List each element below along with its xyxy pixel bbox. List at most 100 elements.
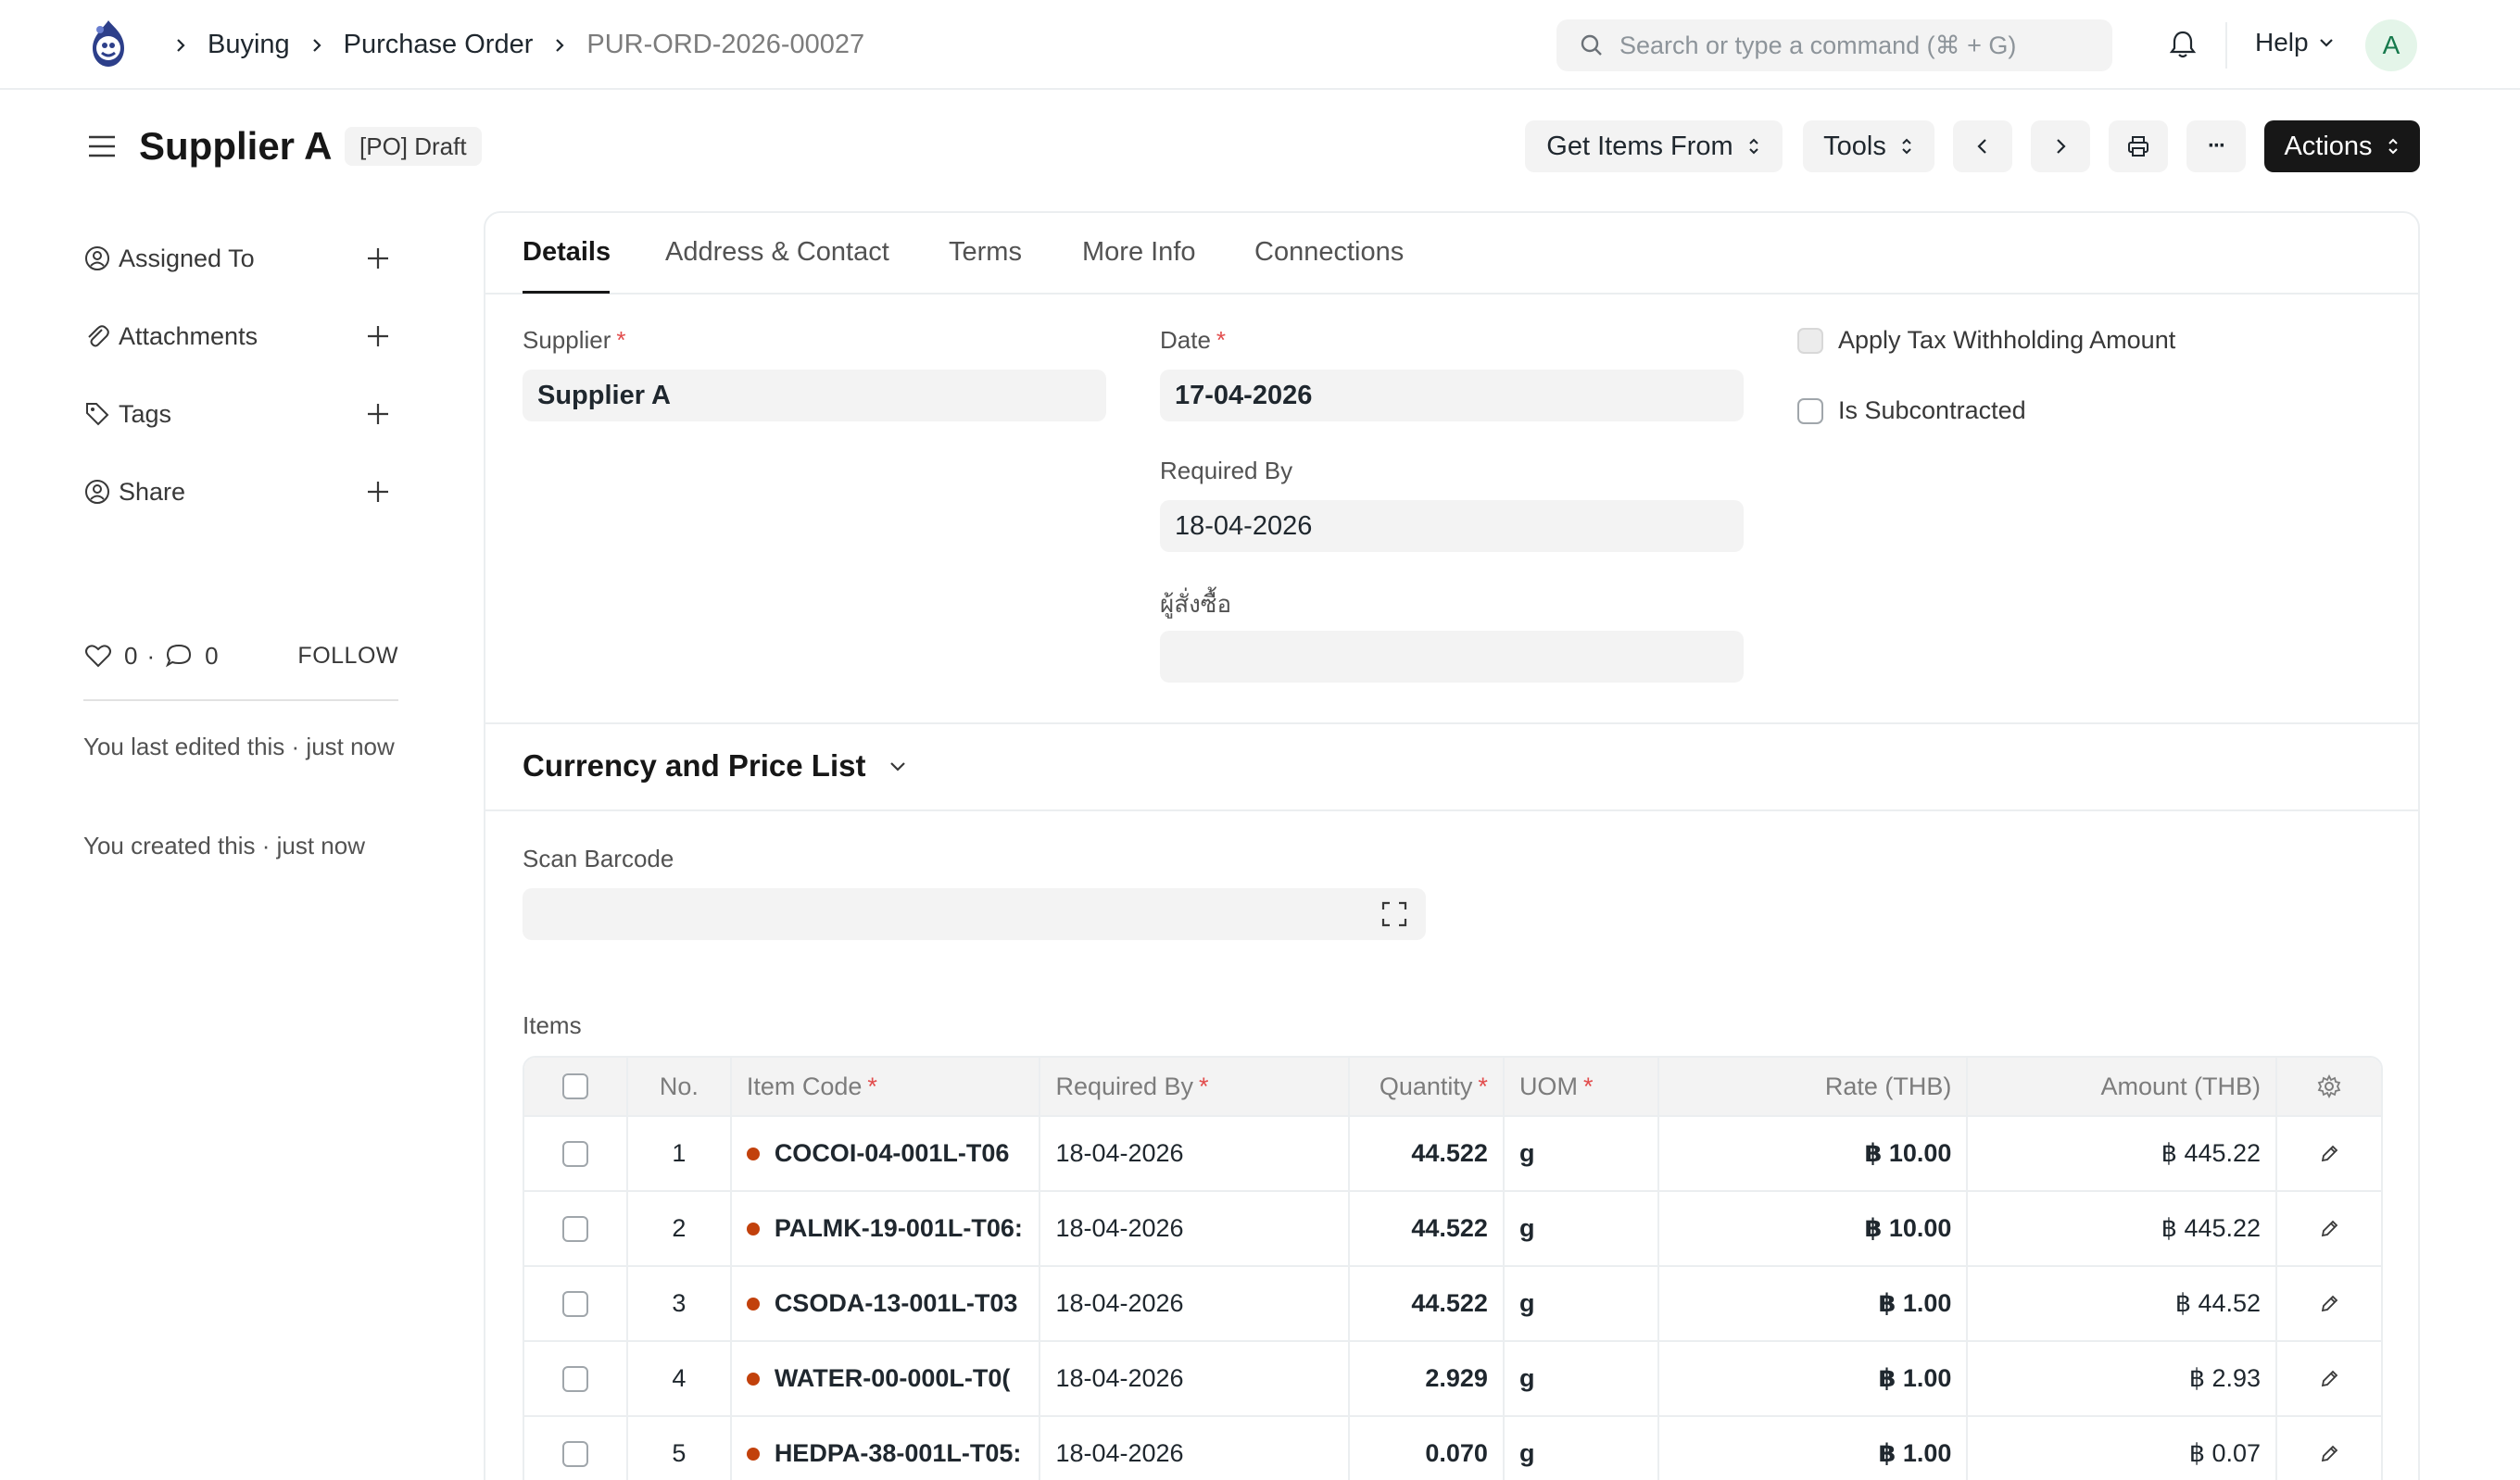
column-settings-cell xyxy=(2277,1058,2381,1115)
row-quantity[interactable]: 44.522 xyxy=(1350,1117,1505,1190)
row-item-code[interactable]: COCOI-04-001L-T06 xyxy=(732,1117,1041,1190)
header-amount: Amount (THB) xyxy=(1968,1058,2278,1115)
page-title: Supplier A xyxy=(139,124,333,168)
tab-terms[interactable]: Terms xyxy=(949,237,1022,268)
table-row[interactable]: 2 PALMK-19-001L-T06: 18-04-2026 44.522 g… xyxy=(524,1192,2381,1267)
row-uom[interactable]: g xyxy=(1505,1417,1659,1480)
scan-icon[interactable] xyxy=(1380,900,1408,928)
add-icon[interactable] xyxy=(365,401,391,427)
is-subcontracted-checkbox[interactable]: Is Subcontracted xyxy=(1797,396,2026,425)
row-uom[interactable]: g xyxy=(1505,1117,1659,1190)
activity-created: You created this · just now xyxy=(83,832,365,859)
header-no: No. xyxy=(628,1058,732,1115)
row-required-by[interactable]: 18-04-2026 xyxy=(1040,1342,1351,1415)
previous-doc-button[interactable] xyxy=(1953,120,2012,172)
search-bar[interactable] xyxy=(1556,19,2112,71)
row-rate[interactable]: ฿ 1.00 xyxy=(1659,1342,1969,1415)
sidebar-item-tags[interactable]: Tags xyxy=(83,394,398,434)
row-uom[interactable]: g xyxy=(1505,1192,1659,1265)
edit-pencil-icon[interactable] xyxy=(2318,1293,2340,1315)
sidebar-item-share[interactable]: Share xyxy=(83,471,398,512)
breadcrumb-purchase-order[interactable]: Purchase Order xyxy=(344,30,534,60)
scan-barcode-label: Scan Barcode xyxy=(523,845,674,872)
tab-address-contact[interactable]: Address & Contact xyxy=(665,237,889,268)
add-icon[interactable] xyxy=(365,479,391,505)
edit-pencil-icon[interactable] xyxy=(2318,1143,2340,1165)
print-button[interactable] xyxy=(2109,120,2168,172)
row-uom[interactable]: g xyxy=(1505,1342,1659,1415)
breadcrumb-current-doc[interactable]: PUR-ORD-2026-00027 xyxy=(586,30,864,60)
app-logo-icon[interactable] xyxy=(82,17,135,72)
orderer-field[interactable] xyxy=(1160,631,1744,683)
date-field[interactable]: 17-04-2026 xyxy=(1160,370,1744,421)
chevron-right-icon xyxy=(556,38,564,52)
row-item-code[interactable]: CSODA-13-001L-T03 xyxy=(732,1267,1041,1340)
row-required-by[interactable]: 18-04-2026 xyxy=(1040,1192,1351,1265)
row-quantity[interactable]: 44.522 xyxy=(1350,1192,1505,1265)
edit-pencil-icon[interactable] xyxy=(2318,1218,2340,1240)
sidebar-item-attachments[interactable]: Attachments xyxy=(83,316,398,357)
row-required-by[interactable]: 18-04-2026 xyxy=(1040,1117,1351,1190)
row-uom[interactable]: g xyxy=(1505,1267,1659,1340)
gear-icon[interactable] xyxy=(2316,1073,2342,1099)
checkbox[interactable] xyxy=(1797,397,1823,424)
tools-label: Tools xyxy=(1823,131,1886,161)
row-rate[interactable]: ฿ 10.00 xyxy=(1659,1117,1969,1190)
tools-button[interactable]: Tools xyxy=(1803,120,1934,172)
edit-pencil-icon[interactable] xyxy=(2318,1443,2340,1465)
row-quantity[interactable]: 44.522 xyxy=(1350,1267,1505,1340)
row-checkbox[interactable] xyxy=(561,1440,588,1467)
checkbox[interactable] xyxy=(1797,327,1823,354)
scan-barcode-field[interactable] xyxy=(523,888,1426,940)
row-item-code[interactable]: PALMK-19-001L-T06: xyxy=(732,1192,1041,1265)
sidebar-item-assigned-to[interactable]: Assigned To xyxy=(83,238,398,279)
table-row[interactable]: 5 HEDPA-38-001L-T05: 18-04-2026 0.070 g … xyxy=(524,1417,2381,1480)
tab-connections[interactable]: Connections xyxy=(1254,237,1404,268)
row-item-code[interactable]: WATER-00-000L-T0( xyxy=(732,1342,1041,1415)
actions-button[interactable]: Actions xyxy=(2264,120,2420,172)
row-checkbox[interactable] xyxy=(561,1215,588,1242)
search-input[interactable] xyxy=(1619,31,2101,60)
heart-icon[interactable] xyxy=(83,642,113,670)
edit-pencil-icon[interactable] xyxy=(2318,1368,2340,1390)
row-checkbox[interactable] xyxy=(561,1140,588,1167)
form-tabs: Details Address & Contact Terms More Inf… xyxy=(485,213,2418,295)
status-badge: [PO] Draft xyxy=(345,127,482,166)
row-checkbox[interactable] xyxy=(561,1290,588,1317)
row-quantity[interactable]: 2.929 xyxy=(1350,1342,1505,1415)
add-icon[interactable] xyxy=(365,245,391,271)
table-row[interactable]: 3 CSODA-13-001L-T03 18-04-2026 44.522 g … xyxy=(524,1267,2381,1342)
follow-button[interactable]: FOLLOW xyxy=(297,643,398,670)
currency-price-list-section-toggle[interactable]: Currency and Price List xyxy=(523,748,910,784)
row-rate[interactable]: ฿ 1.00 xyxy=(1659,1267,1969,1340)
row-required-by[interactable]: 18-04-2026 xyxy=(1040,1417,1351,1480)
form-card: Details Address & Contact Terms More Inf… xyxy=(484,211,2420,1480)
notification-bell-icon[interactable] xyxy=(2166,28,2199,61)
avatar[interactable]: A xyxy=(2365,19,2417,71)
sidebar-toggle-icon[interactable] xyxy=(85,130,119,163)
select-all-checkbox[interactable] xyxy=(561,1073,588,1099)
row-required-by[interactable]: 18-04-2026 xyxy=(1040,1267,1351,1340)
supplier-field[interactable]: Supplier A xyxy=(523,370,1106,421)
breadcrumb-buying[interactable]: Buying xyxy=(208,30,290,60)
row-checkbox[interactable] xyxy=(561,1365,588,1392)
get-items-from-button[interactable]: Get Items From xyxy=(1525,120,1783,172)
add-icon[interactable] xyxy=(365,323,391,349)
tab-more-info[interactable]: More Info xyxy=(1082,237,1196,268)
comment-icon[interactable] xyxy=(164,642,194,670)
table-row[interactable]: 1 COCOI-04-001L-T06 18-04-2026 44.522 g … xyxy=(524,1117,2381,1192)
row-item-code[interactable]: HEDPA-38-001L-T05: xyxy=(732,1417,1041,1480)
row-rate[interactable]: ฿ 1.00 xyxy=(1659,1417,1969,1480)
required-by-field[interactable]: 18-04-2026 xyxy=(1160,500,1744,552)
apply-tax-withholding-checkbox[interactable]: Apply Tax Withholding Amount xyxy=(1797,326,2175,355)
table-row[interactable]: 4 WATER-00-000L-T0( 18-04-2026 2.929 g ฿… xyxy=(524,1342,2381,1417)
more-options-button[interactable]: ··· xyxy=(2186,120,2246,172)
printer-icon xyxy=(2128,136,2148,157)
row-quantity[interactable]: 0.070 xyxy=(1350,1417,1505,1480)
tab-details[interactable]: Details xyxy=(523,237,611,268)
chevron-updown-icon xyxy=(1902,138,1911,155)
next-doc-button[interactable] xyxy=(2031,120,2090,172)
row-rate[interactable]: ฿ 10.00 xyxy=(1659,1192,1969,1265)
help-dropdown[interactable]: Help xyxy=(2255,28,2337,57)
paperclip-icon xyxy=(88,325,109,347)
